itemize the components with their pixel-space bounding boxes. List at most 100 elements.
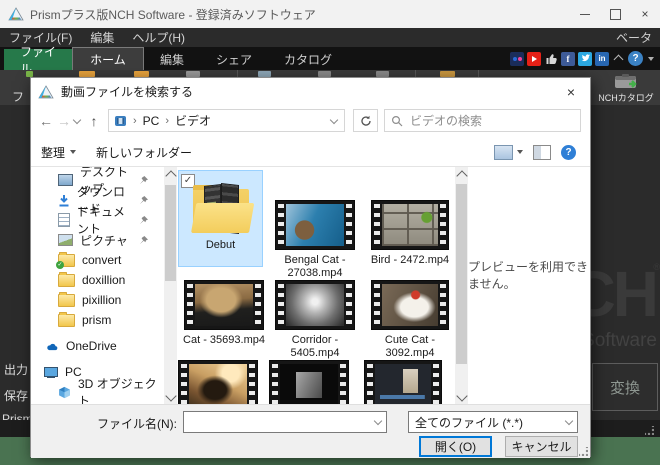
nch-catalog-label: NCHカタログ <box>598 93 654 103</box>
preview-pane: プレビューを利用できません。 <box>468 167 590 405</box>
file-list-scrollbar[interactable] <box>455 167 468 405</box>
tree-item-3d-objects[interactable]: 3D オブジェクト <box>31 377 164 405</box>
dialog-close-button[interactable]: × <box>552 78 590 105</box>
videos-folder-icon <box>115 115 126 126</box>
dialog-toolbar: 整理 新しいフォルダー ? <box>31 139 590 165</box>
tree-item-pixillion[interactable]: pixillion <box>31 290 164 310</box>
preview-unavailable-text: プレビューを利用できません。 <box>468 260 589 291</box>
video-thumbnail <box>184 280 264 330</box>
help-icon[interactable]: ? <box>628 51 643 66</box>
file-name: Corridor - 5405.mp4 <box>290 334 340 359</box>
beta-label: ベータ <box>615 31 652 45</box>
tab-file[interactable]: ファイル <box>4 45 72 76</box>
tree-item-documents[interactable]: ドキュメント <box>31 205 164 236</box>
catalog-briefcase-icon <box>615 74 637 88</box>
filetype-select[interactable]: 全てのファイル (*.*) <box>408 411 578 433</box>
partial-text: フ <box>12 90 25 104</box>
file-item-debut[interactable]: ✓ Debut <box>178 170 263 267</box>
file-item-partial[interactable] <box>178 360 258 405</box>
back-button[interactable]: ← <box>37 113 55 129</box>
scroll-up-icon[interactable] <box>456 170 468 182</box>
filetype-dropdown-button[interactable] <box>560 416 577 426</box>
file-list-scrollbar-thumb[interactable] <box>456 184 467 364</box>
scroll-down-icon[interactable] <box>165 390 177 402</box>
tab-home[interactable]: ホーム <box>72 47 144 70</box>
file-item-partial[interactable] <box>364 360 442 405</box>
folder-icon <box>58 311 75 327</box>
file-name: Bird - 2472.mp4 <box>370 254 450 266</box>
close-button[interactable]: × <box>630 0 660 28</box>
tree-scrollbar-thumb[interactable] <box>165 185 176 281</box>
file-item-cat[interactable]: Cat - 35693.mp4 <box>178 280 270 347</box>
thumbs-up-icon[interactable] <box>544 52 558 66</box>
tab-catalog[interactable]: カタログ <box>268 49 348 70</box>
twitter-icon[interactable] <box>578 51 592 66</box>
address-dropdown-icon[interactable] <box>329 115 339 124</box>
preview-pane-toggle-icon[interactable] <box>533 144 551 160</box>
tree-scrollbar[interactable] <box>164 167 177 405</box>
scroll-down-icon[interactable] <box>456 390 468 402</box>
cancel-button[interactable]: キャンセル <box>505 436 578 457</box>
organize-menu-button[interactable]: 整理 <box>31 144 86 161</box>
document-icon <box>58 213 70 227</box>
up-button[interactable]: ↑ <box>85 113 103 129</box>
file-item-cute-cat[interactable]: Cute Cat - 3092.mp4 <box>364 280 455 360</box>
download-icon <box>59 194 69 206</box>
tree-item-prism[interactable]: prism <box>31 310 164 330</box>
menu-edit[interactable]: 編集 <box>81 29 123 46</box>
tree-item-onedrive[interactable]: OneDrive <box>31 336 164 356</box>
nch-catalog-button[interactable]: NCHカタログ <box>596 72 656 105</box>
scroll-up-icon[interactable] <box>165 170 177 182</box>
flickr-icon[interactable] <box>510 51 524 66</box>
pictures-icon <box>58 234 73 246</box>
nch-watermark-reg: ® <box>653 262 660 272</box>
forward-button[interactable]: → <box>55 113 73 129</box>
filename-input[interactable] <box>184 412 369 432</box>
history-dropdown-icon[interactable] <box>72 115 82 125</box>
breadcrumb-item-pc[interactable]: PC <box>143 114 160 128</box>
main-resize-grip[interactable] <box>645 426 654 435</box>
search-input[interactable] <box>408 112 580 129</box>
breadcrumb[interactable]: › PC › ビデオ <box>108 109 345 132</box>
file-item-partial[interactable] <box>269 360 349 405</box>
dialog-resize-grip[interactable] <box>579 447 588 456</box>
dialog-help-icon[interactable]: ? <box>561 144 576 160</box>
view-mode-button[interactable] <box>494 144 523 160</box>
file-item-corridor[interactable]: Corridor - 5405.mp4 <box>269 280 361 360</box>
screen: Prismプラス版NCH Software - 登録済みソフトウェア × ファイ… <box>0 0 660 465</box>
file-item-bird[interactable]: Bird - 2472.mp4 <box>364 200 455 267</box>
output-label-partial: 出力 <box>4 363 29 377</box>
new-folder-button[interactable]: 新しいフォルダー <box>86 144 202 161</box>
prism-dialog-icon <box>38 84 54 98</box>
search-box <box>384 109 581 132</box>
breadcrumb-item-videos[interactable]: ビデオ <box>175 112 211 129</box>
youtube-icon[interactable] <box>527 51 541 66</box>
convert-button[interactable]: 変換 <box>592 363 658 411</box>
main-titlebar: Prismプラス版NCH Software - 登録済みソフトウェア × <box>0 0 660 29</box>
file-item-bengal-cat[interactable]: Bengal Cat - 27038.mp4 <box>269 200 361 280</box>
tree-item-doxillion[interactable]: doxillion <box>31 270 164 290</box>
tab-share[interactable]: シェア <box>200 49 268 70</box>
help-dropdown-icon[interactable] <box>648 56 654 61</box>
maximize-button[interactable] <box>600 0 630 28</box>
tree-item-convert[interactable]: ✓ convert <box>31 250 164 270</box>
file-name: Debut <box>205 239 236 251</box>
menu-help[interactable]: ヘルプ(H) <box>123 29 194 46</box>
dialog-body: デスクトップ ダウンロード ドキュメント ピクチャ ✓ convert doxi… <box>31 166 590 405</box>
open-button[interactable]: 開く(O) <box>419 436 492 457</box>
tree-item-pictures[interactable]: ピクチャ <box>31 230 164 250</box>
linkedin-icon[interactable]: in <box>595 51 609 66</box>
refresh-button[interactable] <box>353 109 378 132</box>
minimize-button[interactable] <box>570 0 600 28</box>
collapse-ribbon-icon[interactable] <box>613 54 624 65</box>
tab-edit[interactable]: 編集 <box>144 49 200 70</box>
search-icon <box>391 115 403 126</box>
view-mode-icon <box>494 144 513 160</box>
facebook-icon[interactable]: f <box>561 51 575 66</box>
video-thumbnail <box>269 360 349 405</box>
file-name: Cat - 35693.mp4 <box>183 334 265 346</box>
filetype-value: 全てのファイル (*.*) <box>415 415 524 430</box>
video-thumbnail <box>178 360 258 405</box>
file-list: ✓ Debut Bengal Cat - 27038.mp4 Bird - 24… <box>178 167 455 405</box>
filename-dropdown-button[interactable] <box>369 412 386 432</box>
